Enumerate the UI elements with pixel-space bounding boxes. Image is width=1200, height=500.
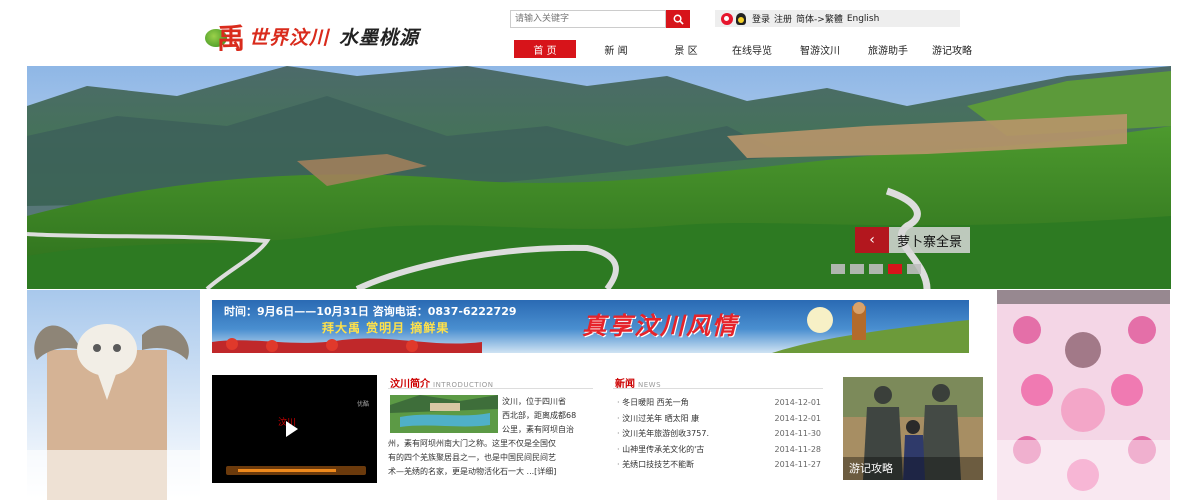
search-box [510, 10, 690, 28]
banner-dot-2[interactable] [850, 264, 864, 274]
banner-caption: ‹ 萝卜寨全景 [855, 227, 971, 253]
search-button[interactable] [666, 10, 690, 28]
intro-text: 汶川，位于四川省 西北部，距离成都68 公里，素有阿坝自治 州，素有阿坝州南大门… [388, 395, 593, 479]
news-list: 冬日暖阳 西羌一角 2014-12-01 汶川过羌年 晒太阳 康 2014-12-0… [617, 395, 821, 473]
search-icon [673, 14, 684, 25]
intro-line: 西北部，距离成都68 [502, 411, 577, 420]
nav-online-guide[interactable]: 在线导览 [722, 40, 782, 58]
news-item-date: 2014-11-28 [774, 444, 822, 454]
language-toggle-link[interactable]: 简体->繁體 [796, 12, 843, 25]
banner-pagination [831, 264, 926, 274]
nav-home[interactable]: 首 页 [514, 40, 576, 58]
news-item-date: 2014-12-01 [774, 413, 822, 423]
logo-title: 世界汶川 [249, 26, 330, 49]
news-item-date: 2014-11-27 [774, 460, 822, 470]
banner-dot-5[interactable] [907, 264, 921, 274]
video-source-tag: 优酷 [356, 401, 369, 408]
main-nav: 首 页 新 闻 景 区 在线导览 智游汶川 旅游助手 游记攻略 [514, 40, 982, 58]
weibo-icon[interactable] [721, 12, 733, 25]
site-logo[interactable]: 禹 世界汶川 水墨桃源 [205, 14, 485, 58]
qiang-embroidery-pattern-image [997, 290, 1170, 500]
banner-dot-4[interactable] [888, 264, 902, 274]
play-icon[interactable] [286, 421, 298, 437]
news-item-title[interactable]: 汶川过羌年 晒太阳 康 [617, 413, 766, 424]
news-item[interactable]: 汶川羌年旅游创收3757. 2014-11-30 [617, 426, 821, 442]
news-item[interactable]: 冬日暖阳 西羌一角 2014-12-01 [617, 395, 821, 411]
video-player[interactable]: 优酷 汶川 [212, 375, 377, 483]
video-progress-bar[interactable] [226, 466, 366, 475]
banner-dot-1[interactable] [831, 264, 845, 274]
news-item[interactable]: 羌绣口技技艺不能断 2014-11-27 [617, 457, 821, 473]
qq-icon[interactable] [736, 12, 746, 25]
intro-section: 汶川简介 INTRODUCTION 汶川，位于四川省 西北部，距离成都68 公里，… [388, 375, 593, 483]
ram-skull-tower-image [27, 290, 200, 500]
search-input[interactable] [510, 10, 666, 28]
site-header: 禹 世界汶川 水墨桃源 登录 注册 简体->繁體 English 首 页 新 闻… [0, 0, 1200, 66]
nav-travel-notes[interactable]: 游记攻略 [922, 40, 982, 58]
banner-landscape-image [27, 66, 1171, 289]
news-item-date: 2014-11-30 [774, 429, 822, 439]
promo-event-info: 时间：9月6日——10月31日 咨询电话：0837-6222729 [224, 305, 517, 318]
nav-scenic[interactable]: 景 区 [654, 40, 718, 58]
promo-slogan: 真享汶川风情 [582, 311, 738, 340]
english-link[interactable]: English [847, 14, 880, 24]
intro-line: 州，素有阿坝州南大门之称。这里不仅是全国仅 [388, 439, 556, 448]
user-bar: 登录 注册 简体->繁體 English [715, 10, 960, 27]
news-section: 新闻NEWS 冬日暖阳 西羌一角2014-12-01 汶川过羌年 晒太阳 康20… [613, 375, 823, 483]
intro-line: 公里，素有阿坝自治 [502, 425, 574, 434]
left-side-image [27, 290, 200, 500]
travel-notes-card[interactable]: 游记攻略 [843, 377, 983, 480]
nav-travel-assistant[interactable]: 旅游助手 [858, 40, 918, 58]
banner-caption-text: 萝卜寨全景 [889, 227, 971, 253]
news-item-title[interactable]: 汶川羌年旅游创收3757. [617, 428, 766, 439]
nav-smart-tour[interactable]: 智游汶川 [790, 40, 850, 58]
news-item-date: 2014-12-01 [774, 398, 822, 408]
banner-prev-button[interactable]: ‹ [855, 227, 889, 253]
news-item-title[interactable]: 羌绣口技技艺不能断 [617, 459, 766, 470]
news-item-title[interactable]: 冬日暖阳 西羌一角 [617, 397, 766, 408]
register-link[interactable]: 注册 [774, 12, 792, 25]
news-item[interactable]: 汶川过羌年 晒太阳 康 2014-12-01 [617, 411, 821, 427]
intro-line: 有的四个羌族聚居县之一，也是中国民间民间艺 [388, 453, 556, 462]
hero-banner[interactable]: ‹ 萝卜寨全景 [27, 66, 1171, 289]
intro-line: 汶川，位于四川省 [502, 397, 566, 406]
intro-line-with-details-link[interactable]: 术—羌绣的名家，更是动物活化石一大 ...[详细] [388, 465, 593, 479]
nav-news[interactable]: 新 闻 [582, 40, 650, 58]
promo-banner[interactable]: 时间：9月6日——10月31日 咨询电话：0837-6222729 拜大禹 赏明… [212, 300, 969, 353]
right-side-image [997, 290, 1170, 500]
logo-emblem: 禹 [205, 19, 245, 55]
news-item-title[interactable]: 山神里传承羌文化的'古 [617, 444, 766, 455]
travel-notes-label: 游记攻略 [849, 462, 893, 475]
news-item[interactable]: 山神里传承羌文化的'古 2014-11-28 [617, 442, 821, 458]
logo-subtitle: 水墨桃源 [339, 26, 420, 49]
banner-dot-3[interactable] [869, 264, 883, 274]
promo-activities: 拜大禹 赏明月 摘鲜果 [322, 321, 450, 335]
login-link[interactable]: 登录 [752, 12, 770, 25]
